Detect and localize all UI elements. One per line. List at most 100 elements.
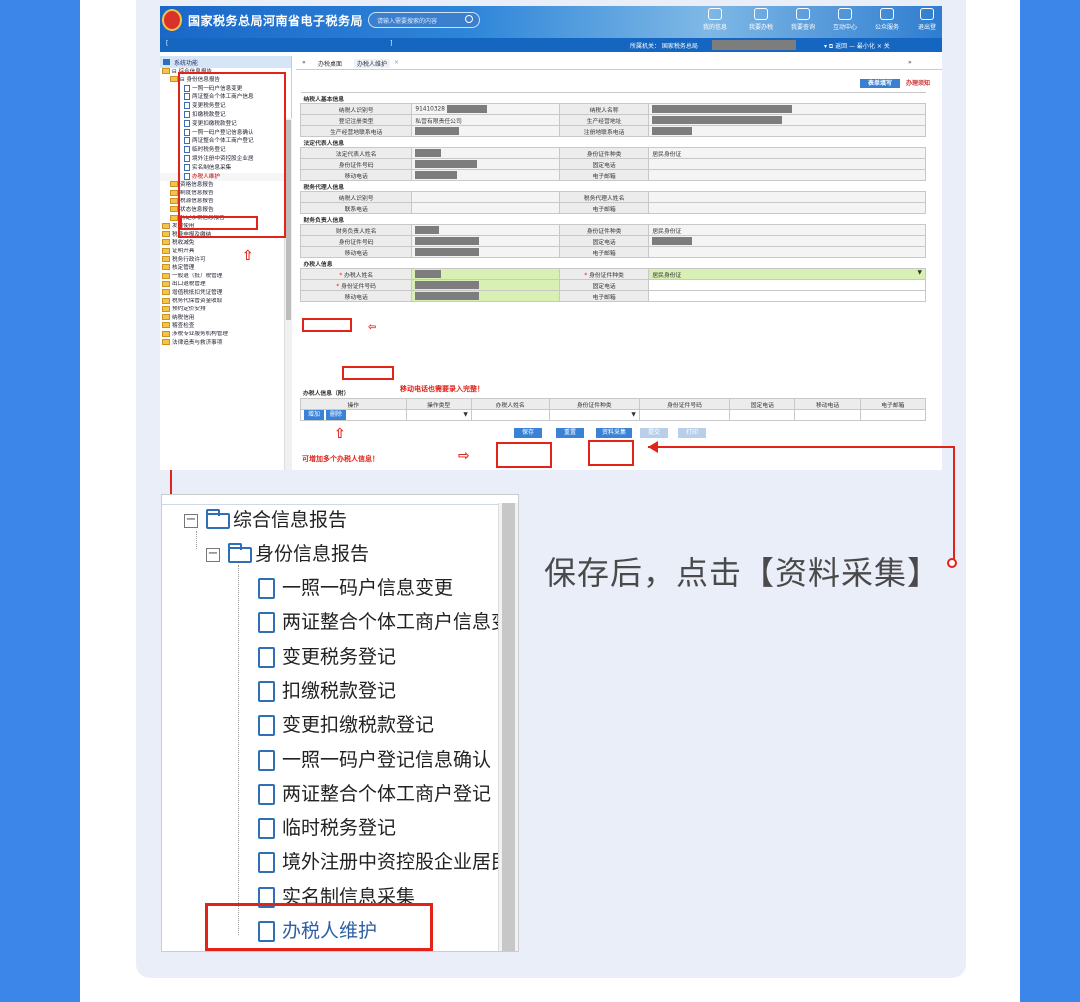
redacted bbox=[415, 248, 480, 256]
zoom-tree-item[interactable]: 变更扣缴税款登记 bbox=[258, 710, 498, 737]
sidebar-item[interactable]: 税务行政许可 bbox=[160, 256, 291, 264]
zoom-scrollbar[interactable] bbox=[498, 503, 518, 951]
nav-public[interactable]: 公众服务 bbox=[870, 8, 904, 31]
zoom-tree-item[interactable]: 临时税务登记 bbox=[258, 813, 498, 840]
zoom-tree-item[interactable]: 扣缴税款登记 bbox=[258, 676, 498, 703]
grid-input[interactable] bbox=[794, 409, 861, 421]
sidebar-item-label: 税务行政许可 bbox=[162, 257, 206, 263]
field-label: 身份证件种类 bbox=[558, 147, 650, 159]
zoom-header bbox=[162, 495, 518, 505]
nav-do-tax[interactable]: 我要办税 bbox=[744, 8, 778, 31]
arrow-right-icon: ⇨ bbox=[458, 448, 470, 464]
nav-query[interactable]: 我要查询 bbox=[786, 8, 820, 31]
redacted bbox=[415, 127, 460, 135]
tab-next-button[interactable]: » bbox=[908, 59, 912, 66]
zoom-tree-item[interactable]: − 身份信息报告 bbox=[206, 539, 498, 566]
handler-fixed-phone-input[interactable] bbox=[648, 279, 926, 291]
grid-header: 操作 bbox=[300, 398, 407, 410]
sidebar-item[interactable]: 核定管理 bbox=[160, 264, 291, 272]
handler-email-input[interactable] bbox=[648, 290, 926, 302]
zoom-tree-item[interactable]: 境外注册中资控股企业居民 bbox=[258, 847, 498, 874]
sidebar-item[interactable]: 法律追责与救济事项 bbox=[160, 339, 291, 347]
zoom-tree-item[interactable]: 变更税务登记 bbox=[258, 642, 498, 669]
tab-guide[interactable]: 办理须知 bbox=[906, 80, 930, 87]
reset-button[interactable]: 重置 bbox=[556, 428, 584, 438]
collect-button[interactable]: 资料采集 bbox=[596, 428, 632, 438]
redacted bbox=[415, 226, 440, 234]
sidebar-item[interactable]: 稽查检查 bbox=[160, 322, 291, 330]
grid-input[interactable] bbox=[470, 409, 550, 421]
field-label: 身份证件种类 bbox=[558, 224, 650, 236]
grid-input[interactable] bbox=[638, 409, 731, 421]
handler-mobile-input[interactable] bbox=[411, 290, 560, 302]
zoom-item-label: 变更扣缴税款登记 bbox=[282, 714, 435, 737]
nav-label: 我要查询 bbox=[790, 24, 815, 31]
page-icon bbox=[258, 646, 275, 668]
search-input[interactable]: 请输入需要搜索的内容 bbox=[368, 12, 480, 28]
delete-button[interactable]: 删除 bbox=[325, 410, 346, 420]
zoom-item-label: 综合信息报告 bbox=[233, 509, 348, 531]
grid-action-cell: 增加 删除 bbox=[300, 409, 407, 421]
redacted bbox=[415, 171, 458, 179]
search-icon[interactable] bbox=[465, 15, 473, 23]
nav-logout[interactable]: 退出登 bbox=[910, 8, 942, 31]
sidebar-item[interactable]: 证明开具 bbox=[160, 248, 291, 256]
save-button[interactable]: 保存 bbox=[514, 428, 542, 438]
grid-header: 电子邮箱 bbox=[859, 398, 927, 410]
handler-name-input[interactable] bbox=[411, 268, 560, 280]
grid-input[interactable] bbox=[859, 409, 927, 421]
zoom-item-label: 临时税务登记 bbox=[282, 817, 397, 840]
section-title: 财务负责人信息 bbox=[300, 213, 926, 225]
zoom-connector bbox=[170, 470, 172, 494]
collapse-icon[interactable]: − bbox=[206, 547, 220, 562]
submit-button[interactable]: 提交 bbox=[640, 428, 668, 438]
field-label: * 身份证件号码 bbox=[299, 279, 413, 291]
finance-fixed-phone bbox=[648, 235, 926, 247]
zoom-tree-item[interactable]: 两证整合个体工商户登记 bbox=[258, 779, 498, 806]
grid-input[interactable] bbox=[729, 409, 796, 421]
sidebar-item[interactable]: 增值税抵扣凭证管理 bbox=[160, 289, 291, 297]
field-label: 移动电话 bbox=[299, 290, 413, 302]
nav-interact[interactable]: 互动中心 bbox=[828, 8, 862, 31]
window-controls[interactable]: ▾ ⧉ 返回 — 最小化 × 关 bbox=[824, 41, 890, 51]
arrow-up-icon: ⇧ bbox=[334, 426, 346, 442]
tab-prev-button[interactable]: « bbox=[302, 59, 306, 66]
id-type-select[interactable]: ▼ bbox=[548, 409, 640, 421]
reg-type-value: 私营有限责任公司 bbox=[415, 118, 462, 125]
tab-current[interactable]: 办税人维护 bbox=[354, 59, 391, 68]
sidebar-item[interactable]: 一般退（抵）税管理 bbox=[160, 273, 291, 281]
sidebar-item[interactable]: 涉税专业服务机构管理 bbox=[160, 331, 291, 339]
field-label: 固定电话 bbox=[558, 279, 650, 291]
section-title: 办税人信息 bbox=[300, 257, 926, 269]
finance-id-number bbox=[411, 235, 560, 247]
grid-header: 移动电话 bbox=[794, 398, 861, 410]
logout-icon bbox=[920, 8, 934, 20]
tab-form-fill[interactable]: 表单填写 bbox=[859, 79, 900, 88]
zoom-tree-item[interactable]: 一照一码户信息变更 bbox=[258, 573, 498, 600]
zoom-tree-item[interactable]: 一照一码户登记信息确认 bbox=[258, 745, 498, 772]
zoom-tree-item[interactable]: 两证整合个体工商户信息变 bbox=[258, 607, 498, 634]
nav-my-info[interactable]: 我的信息 bbox=[698, 8, 732, 31]
sidebar-item[interactable]: 出口退税管理 bbox=[160, 281, 291, 289]
field-label: 登记注册类型 bbox=[299, 114, 413, 126]
sidebar-item-label: 稽查检查 bbox=[162, 323, 194, 329]
zoom-item-label: 身份信息报告 bbox=[255, 543, 370, 565]
handler-id-number-input[interactable] bbox=[411, 279, 560, 291]
connector-line bbox=[953, 446, 955, 562]
add-button[interactable]: 增加 bbox=[304, 410, 324, 420]
op-type-select[interactable]: ▼ bbox=[405, 409, 472, 421]
sidebar-item[interactable]: 税务代保管资金收取 bbox=[160, 298, 291, 306]
sidebar-item-label: 增值税抵扣凭证管理 bbox=[162, 290, 222, 296]
sidebar-item[interactable]: 纳税信用 bbox=[160, 314, 291, 322]
tab-bar: « 办税桌面 办税人维护 × » bbox=[296, 56, 942, 70]
sidebar-item[interactable]: 预约定价安排 bbox=[160, 306, 291, 314]
print-button[interactable]: 打印 bbox=[678, 428, 706, 438]
tab-home[interactable]: 办税桌面 bbox=[318, 59, 342, 68]
handler-id-type-select[interactable]: 居民身份证 ▼ bbox=[648, 268, 926, 280]
redacted bbox=[652, 237, 693, 245]
reg-type-select[interactable]: 私营有限责任公司 bbox=[411, 114, 560, 126]
collapse-icon[interactable]: − bbox=[184, 513, 198, 528]
tab-close-icon[interactable]: × bbox=[394, 59, 399, 66]
zoom-tree-item[interactable]: − 综合信息报告 bbox=[184, 505, 498, 532]
sidebar-item[interactable]: 税收减免 bbox=[160, 239, 291, 247]
